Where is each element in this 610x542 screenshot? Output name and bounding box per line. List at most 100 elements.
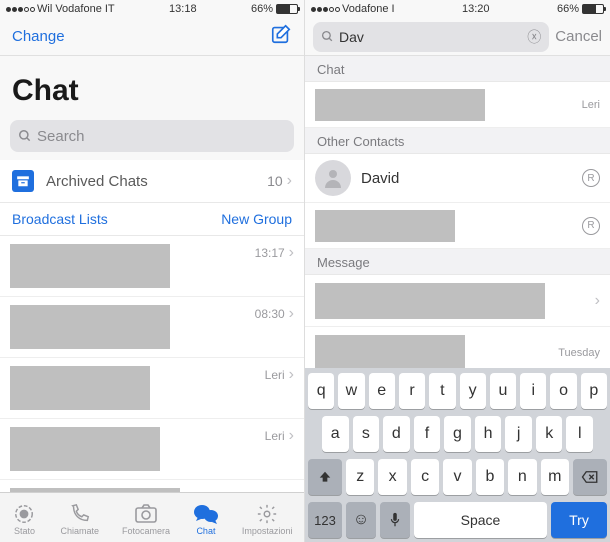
- key-n[interactable]: n: [508, 459, 536, 495]
- contact-result-row[interactable]: David R: [305, 154, 610, 203]
- key-f[interactable]: f: [414, 416, 441, 452]
- redacted-content: [10, 244, 170, 288]
- key-s[interactable]: s: [353, 416, 380, 452]
- key-a[interactable]: a: [322, 416, 349, 452]
- tab-label: Impostazioni: [242, 526, 293, 536]
- key-g[interactable]: g: [444, 416, 471, 452]
- archived-count: 10: [267, 173, 283, 189]
- gear-icon: [254, 503, 280, 525]
- key-shift[interactable]: [308, 459, 342, 495]
- change-button[interactable]: Change: [12, 28, 65, 45]
- chevron-right-icon: ›: [595, 292, 600, 310]
- key-r[interactable]: r: [399, 373, 425, 409]
- key-send[interactable]: Try: [551, 502, 607, 538]
- search-icon: [321, 30, 334, 43]
- chat-time: Leri: [265, 368, 285, 382]
- key-u[interactable]: u: [490, 373, 516, 409]
- key-mic[interactable]: [380, 502, 410, 538]
- contact-name: David: [361, 170, 582, 187]
- page-title: Chat: [12, 74, 292, 108]
- key-c[interactable]: c: [411, 459, 439, 495]
- tab-impostazioni[interactable]: Impostazioni: [242, 503, 293, 536]
- key-x[interactable]: x: [378, 459, 406, 495]
- key-numbers[interactable]: 123: [308, 502, 342, 538]
- mic-icon: [389, 512, 401, 528]
- key-d[interactable]: d: [383, 416, 410, 452]
- chat-row[interactable]: 08:30›: [0, 297, 304, 358]
- phone-icon: [67, 503, 93, 525]
- redacted-content: [10, 427, 160, 471]
- chat-list-screen: Wil Vodafone IT 13:18 66% Change Chat Se…: [0, 0, 305, 542]
- key-l[interactable]: l: [566, 416, 593, 452]
- section-header-message: Message: [305, 249, 610, 275]
- compose-icon: [270, 23, 292, 45]
- chevron-right-icon: ›: [289, 244, 294, 262]
- key-backspace[interactable]: [573, 459, 607, 495]
- key-i[interactable]: i: [520, 373, 546, 409]
- key-m[interactable]: m: [541, 459, 569, 495]
- chevron-right-icon: ›: [289, 427, 294, 445]
- chat-time: Leri: [265, 429, 285, 443]
- tab-fotocamera[interactable]: Fotocamera: [122, 503, 170, 536]
- tab-chat[interactable]: Chat: [193, 503, 219, 536]
- carrier-label: Wil Vodafone IT: [37, 3, 115, 15]
- chat-row[interactable]: Leri ›: [0, 419, 304, 480]
- nav-header: Change: [0, 18, 304, 56]
- camera-icon: [133, 503, 159, 525]
- chat-result-row[interactable]: Leri: [305, 82, 610, 128]
- tab-chiamate[interactable]: Chiamate: [60, 503, 99, 536]
- redacted-content: [10, 366, 150, 410]
- contact-result-row[interactable]: R: [305, 203, 610, 249]
- battery-icon: [582, 4, 604, 14]
- message-result-row[interactable]: ›: [305, 275, 610, 327]
- signal-icon: [311, 7, 340, 12]
- result-time: Tuesday: [558, 347, 600, 359]
- battery-icon: [276, 4, 298, 14]
- key-z[interactable]: z: [346, 459, 374, 495]
- clear-search-button[interactable]: ⓧ: [527, 27, 541, 47]
- chat-row[interactable]: 13:17 ›: [0, 236, 304, 297]
- search-results-screen: Vodafone I 13:20 66% Dav ⓧ Cancel Chat L…: [305, 0, 610, 542]
- chevron-right-icon: ›: [289, 305, 294, 323]
- new-group-button[interactable]: New Group: [221, 211, 292, 227]
- tab-label: Chat: [196, 526, 215, 536]
- tab-label: Fotocamera: [122, 526, 170, 536]
- key-h[interactable]: h: [475, 416, 502, 452]
- tab-bar: Stato Chiamate Fotocamera Chat Impostazi…: [0, 492, 304, 542]
- battery-percent: 66%: [251, 3, 273, 15]
- search-input[interactable]: Search: [10, 120, 294, 152]
- status-ring-icon: [11, 503, 37, 525]
- key-t[interactable]: t: [429, 373, 455, 409]
- signal-icon: [6, 7, 35, 12]
- key-p[interactable]: p: [581, 373, 607, 409]
- search-value: Dav: [339, 29, 364, 45]
- archived-label: Archived Chats: [46, 173, 267, 190]
- section-header-other-contacts: Other Contacts: [305, 128, 610, 154]
- key-y[interactable]: y: [460, 373, 486, 409]
- search-input[interactable]: Dav ⓧ: [313, 22, 549, 52]
- key-o[interactable]: o: [550, 373, 576, 409]
- key-v[interactable]: v: [443, 459, 471, 495]
- key-w[interactable]: w: [338, 373, 364, 409]
- shift-icon: [318, 470, 332, 484]
- key-j[interactable]: j: [505, 416, 532, 452]
- key-emoji[interactable]: ☺: [346, 502, 376, 538]
- carrier-label: Vodafone I: [342, 3, 395, 15]
- backspace-icon: [581, 470, 599, 484]
- key-b[interactable]: b: [476, 459, 504, 495]
- key-q[interactable]: q: [308, 373, 334, 409]
- key-k[interactable]: k: [536, 416, 563, 452]
- compose-button[interactable]: [270, 23, 292, 50]
- redacted-content: [315, 89, 485, 121]
- chat-row[interactable]: Leri›: [0, 358, 304, 419]
- redacted-content: [10, 305, 170, 349]
- cancel-button[interactable]: Cancel: [555, 28, 602, 45]
- key-e[interactable]: e: [369, 373, 395, 409]
- archived-chats-row[interactable]: Archived Chats 10 ›: [0, 160, 304, 203]
- result-time: Leri: [582, 99, 600, 111]
- tab-stato[interactable]: Stato: [11, 503, 37, 536]
- chat-time: 13:17: [255, 246, 285, 260]
- key-space[interactable]: Space: [414, 502, 547, 538]
- broadcast-lists-button[interactable]: Broadcast Lists: [12, 211, 108, 227]
- emoji-icon: ☺: [353, 511, 369, 529]
